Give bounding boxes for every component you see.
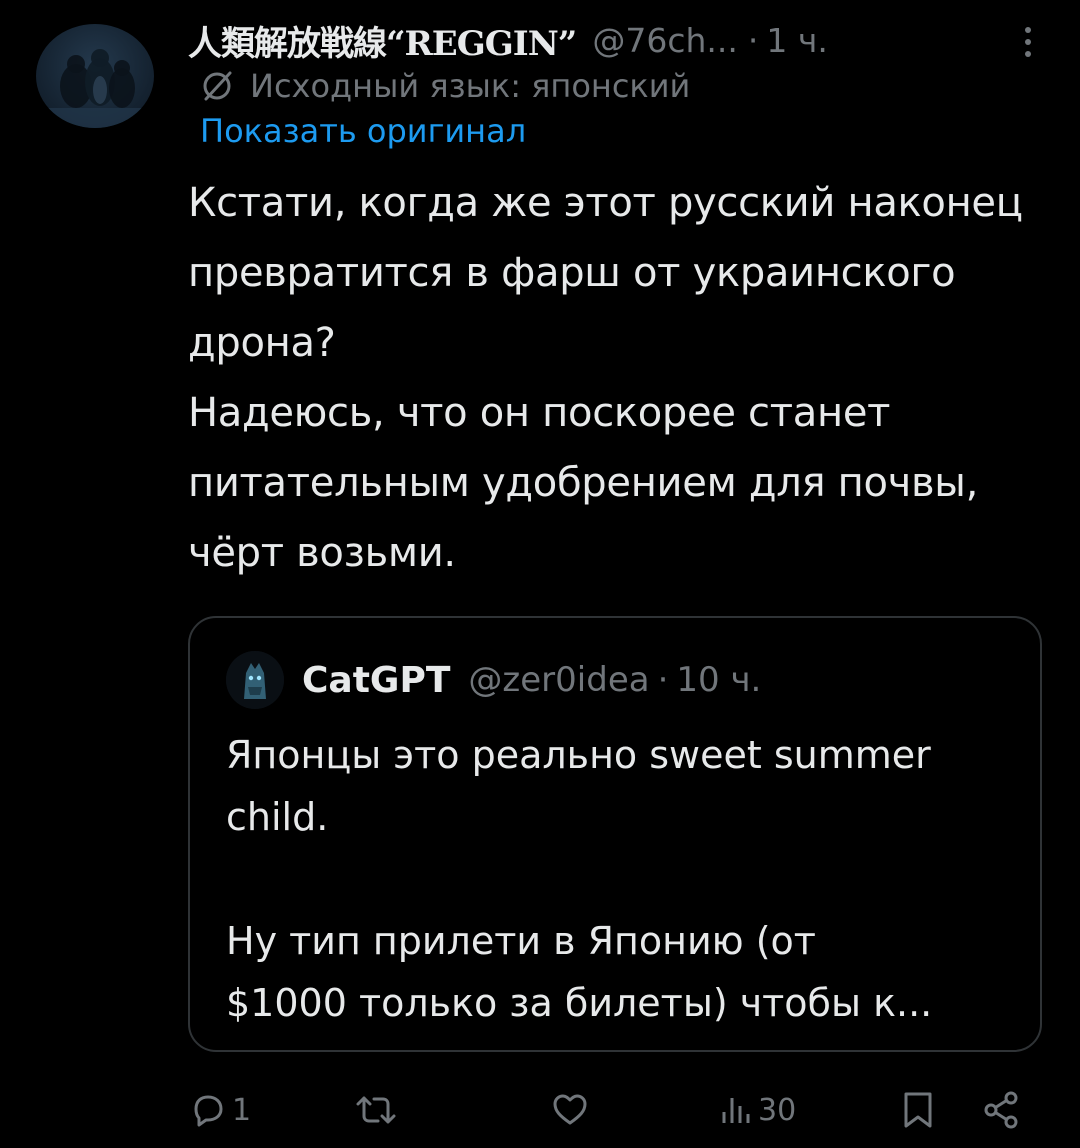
more-options-icon[interactable] bbox=[1008, 20, 1048, 64]
views-button[interactable]: 30 bbox=[718, 1080, 796, 1140]
header-separator: · bbox=[747, 20, 759, 60]
quoted-text-line: Японцы это реально sweet summer bbox=[226, 733, 931, 777]
more-dot bbox=[1025, 51, 1031, 57]
more-dot bbox=[1025, 27, 1031, 33]
tweet-text-line: Кстати, когда же этот русский наконец bbox=[188, 180, 1023, 226]
tweet-time[interactable]: 1 ч. bbox=[766, 21, 827, 60]
tweet-text-line: дрона? bbox=[188, 320, 336, 366]
quoted-text-line: child. bbox=[226, 795, 329, 839]
tweet-header: 人類解放戦線“REGGIN” @76ch... · 1 ч. bbox=[188, 12, 1048, 68]
cat-avatar-icon bbox=[226, 651, 284, 709]
quoted-tweet-card[interactable]: CatGPT @zer0idea · 10 ч. Японцы это реал… bbox=[188, 616, 1042, 1052]
bookmark-button[interactable] bbox=[900, 1080, 936, 1140]
translation-notice: Исходный язык: японский bbox=[200, 62, 690, 110]
repost-icon bbox=[356, 1096, 396, 1124]
more-dot bbox=[1025, 39, 1031, 45]
globe-slash-icon bbox=[203, 71, 232, 101]
share-button[interactable] bbox=[982, 1080, 1022, 1140]
penguins-avatar-icon bbox=[36, 49, 154, 128]
show-original-link[interactable]: Показать оригинал bbox=[200, 112, 526, 150]
quoted-text-line: $1000 только за билеты) чтобы к... bbox=[226, 981, 933, 1025]
quoted-tweet-text: Японцы это реально sweet summer child. Н… bbox=[226, 724, 1016, 1034]
quoted-tweet-time: 10 ч. bbox=[676, 660, 762, 700]
author-avatar[interactable] bbox=[36, 24, 154, 128]
heart-icon bbox=[553, 1094, 587, 1125]
views-count: 30 bbox=[758, 1092, 797, 1128]
repost-button[interactable] bbox=[354, 1080, 402, 1140]
reply-button[interactable]: 1 bbox=[188, 1080, 251, 1140]
quoted-header-separator: · bbox=[657, 660, 669, 700]
tweet-text-line: питательным удобрением для почвы, bbox=[188, 460, 978, 506]
quoted-author-display-name: CatGPT bbox=[302, 659, 451, 701]
quoted-author-avatar bbox=[226, 651, 284, 709]
author-display-name[interactable]: 人類解放戦線“REGGIN” bbox=[188, 16, 577, 65]
reply-count: 1 bbox=[232, 1092, 252, 1128]
bookmark-icon bbox=[904, 1092, 932, 1128]
views-icon bbox=[722, 1098, 750, 1123]
like-button[interactable] bbox=[550, 1080, 594, 1140]
source-language-label: Исходный язык: японский bbox=[250, 67, 691, 105]
author-handle[interactable]: @76ch... bbox=[592, 21, 738, 60]
reply-icon bbox=[194, 1095, 223, 1127]
share-icon bbox=[984, 1091, 1018, 1129]
quoted-author-handle: @zer0idea bbox=[468, 660, 650, 700]
tweet-text: Кстати, когда же этот русский наконец пр… bbox=[188, 168, 1068, 588]
tweet-text-line: превратится в фарш от украинского bbox=[188, 250, 956, 296]
tweet-action-bar: 1 30 bbox=[188, 1080, 1048, 1140]
tweet-text-line: чёрт возьми. bbox=[188, 530, 456, 576]
quoted-text-line: Ну тип прилети в Японию (от bbox=[226, 919, 816, 963]
tweet-text-line: Надеюсь, что он поскорее станет bbox=[188, 390, 891, 436]
quoted-tweet-header: CatGPT @zer0idea · 10 ч. bbox=[226, 648, 761, 712]
